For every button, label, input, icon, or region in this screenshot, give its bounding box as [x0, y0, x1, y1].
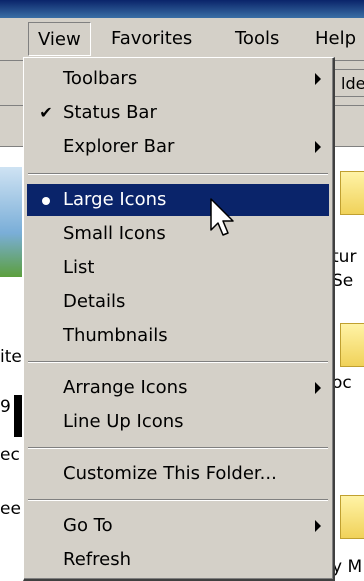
menu-separator	[28, 447, 328, 449]
menu-separator	[28, 499, 328, 501]
menu-item-label: Go To	[63, 515, 113, 536]
submenu-arrow-icon	[315, 141, 321, 153]
menu-separator	[28, 361, 328, 363]
pane-heading-fragment	[14, 395, 22, 437]
menu-item-list[interactable]: List	[27, 252, 329, 284]
folder-label-fragment: Se	[332, 271, 354, 291]
menu-item-label: Small Icons	[63, 223, 166, 244]
pane-text-fragment: ee	[0, 499, 21, 519]
folder-icon[interactable]	[340, 171, 364, 215]
menu-item-large-icons[interactable]: Large Icons	[27, 184, 329, 216]
folder-icon[interactable]	[340, 323, 364, 367]
menu-item-customize-folder[interactable]: Customize This Folder...	[27, 458, 329, 490]
menu-item-label: Status Bar	[63, 102, 157, 123]
menu-item-label: Toolbars	[63, 68, 138, 89]
folder-label-fragment: tur	[332, 247, 357, 267]
menu-item-refresh[interactable]: Refresh	[27, 544, 329, 576]
submenu-arrow-icon	[315, 520, 321, 532]
menu-view[interactable]: View	[28, 22, 91, 56]
checkmark-icon: ✔	[39, 103, 53, 122]
menu-separator	[28, 173, 328, 175]
menu-item-label: Arrange Icons	[63, 377, 188, 398]
menu-tools[interactable]: Tools	[226, 22, 288, 56]
menu-favorites[interactable]: Favorites	[102, 22, 201, 56]
pane-text-fragment: 9	[0, 397, 11, 417]
menu-item-explorer-bar[interactable]: Explorer Bar	[27, 131, 329, 163]
menu-item-label: Line Up Icons	[63, 411, 184, 432]
file-list-pane: tur Se oc y M	[330, 147, 364, 581]
menu-item-small-icons[interactable]: Small Icons	[27, 218, 329, 250]
menu-item-line-up-icons[interactable]: Line Up Icons	[27, 406, 329, 438]
submenu-arrow-icon	[315, 382, 321, 394]
menu-item-details[interactable]: Details	[27, 286, 329, 318]
menu-item-go-to[interactable]: Go To	[27, 510, 329, 542]
menu-item-label: Customize This Folder...	[63, 463, 277, 484]
menu-item-arrange-icons[interactable]: Arrange Icons	[27, 372, 329, 404]
explorer-window: View Favorites Tools Help lde ite 9 ec e…	[0, 0, 364, 581]
pane-text-fragment: ite	[0, 347, 22, 367]
menu-item-label: Explorer Bar	[63, 136, 175, 157]
view-menu-dropdown: Toolbars ✔ Status Bar Explorer Bar Large…	[23, 57, 335, 581]
pane-banner-image	[0, 167, 22, 277]
folder-tasks-pane: ite 9 ec ee	[0, 147, 22, 581]
menu-item-toolbars[interactable]: Toolbars	[27, 63, 329, 95]
mouse-pointer-icon	[210, 198, 234, 236]
submenu-arrow-icon	[315, 73, 321, 85]
radio-bullet-icon	[37, 184, 55, 216]
folder-label-fragment: y M	[332, 557, 363, 577]
folder-icon[interactable]	[340, 495, 364, 539]
menu-bar: View Favorites Tools Help	[0, 18, 364, 61]
menu-item-thumbnails[interactable]: Thumbnails	[27, 320, 329, 352]
menu-item-label: Details	[63, 291, 126, 312]
menu-item-label: Refresh	[63, 549, 131, 570]
menu-item-label: List	[63, 257, 95, 278]
menu-item-label: Thumbnails	[63, 325, 168, 346]
title-bar	[0, 0, 364, 18]
pane-text-fragment: ec	[0, 445, 20, 465]
menu-item-label: Large Icons	[63, 189, 167, 210]
menu-help[interactable]: Help	[306, 22, 364, 56]
menu-item-status-bar[interactable]: ✔ Status Bar	[27, 97, 329, 129]
